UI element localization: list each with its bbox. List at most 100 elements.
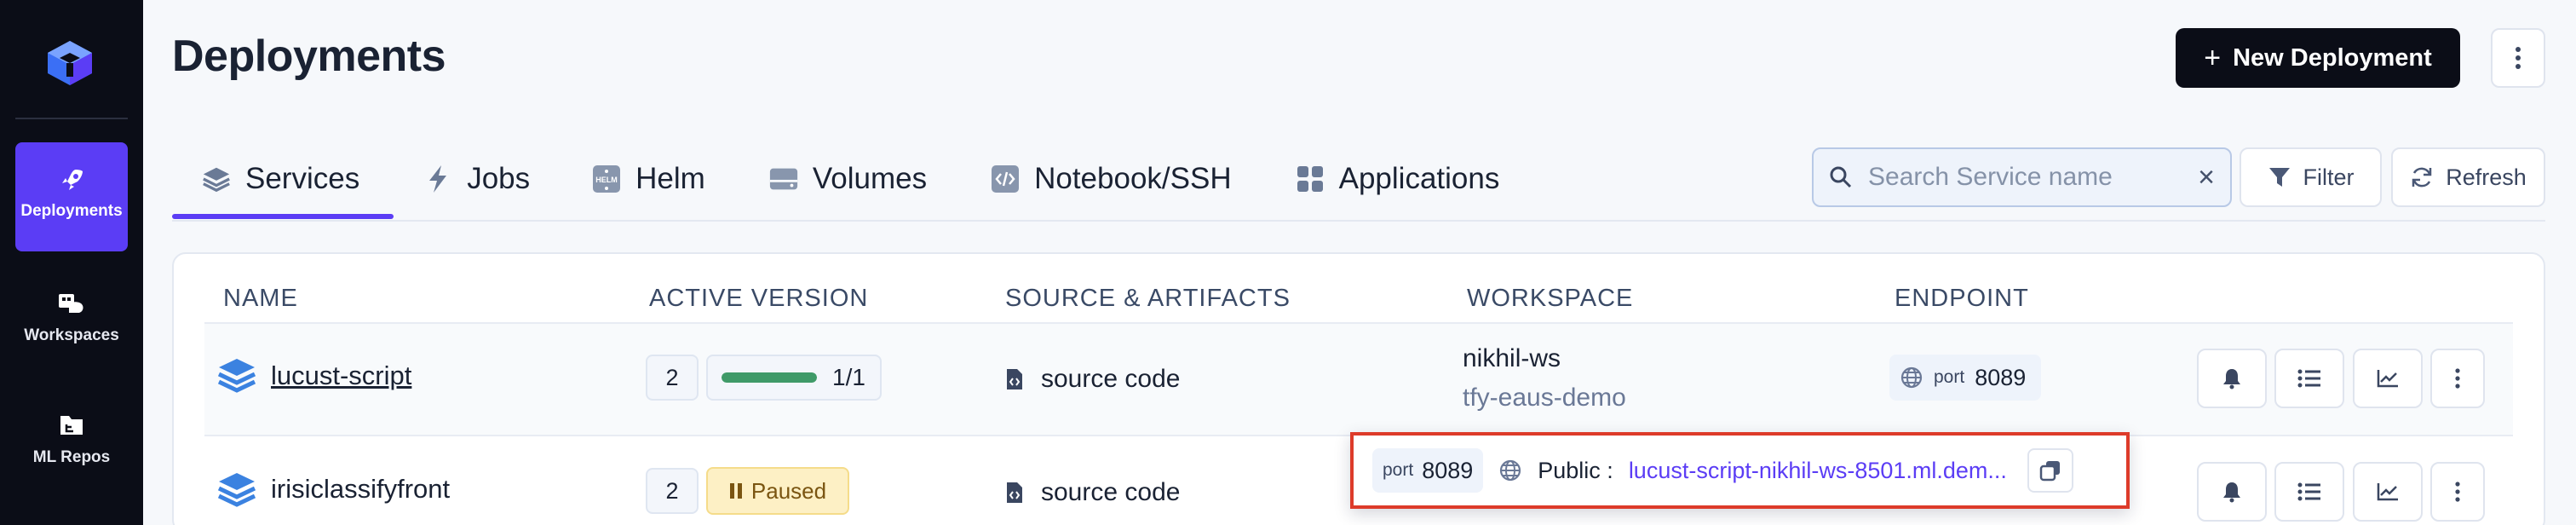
column-header-workspace: WORKSPACE (1467, 285, 1634, 312)
port-label: port (1934, 367, 1965, 387)
sidebar-item-label: Deployments (20, 202, 123, 220)
status-label: Paused (750, 477, 827, 504)
more-options-button[interactable] (2491, 28, 2545, 88)
code-icon (990, 164, 1021, 194)
helm-icon: HELM (591, 164, 622, 194)
bell-icon (2223, 369, 2240, 389)
search-input[interactable]: Search Service name × (1812, 147, 2232, 207)
tab-applications[interactable]: Applications (1261, 145, 1529, 213)
tab-label: Notebook/SSH (1034, 162, 1232, 195)
workspace-name[interactable]: nikhil-ws (1463, 344, 1561, 373)
tab-label: Services (245, 162, 360, 195)
kebab-icon (2455, 482, 2460, 502)
refresh-icon (2412, 167, 2432, 188)
status-badge[interactable]: Paused (706, 467, 849, 515)
port-number: 8089 (1975, 364, 2027, 390)
tab-services[interactable]: Services (172, 145, 388, 213)
new-deployment-button[interactable]: + New Deployment (2176, 28, 2460, 88)
bell-icon (2223, 482, 2240, 503)
active-tab-indicator (172, 214, 394, 219)
volume-icon (768, 164, 799, 194)
sidebar: Deployments Workspaces ML Repos (0, 0, 143, 525)
globe-icon (1500, 459, 1521, 482)
copy-icon (2039, 461, 2060, 482)
sidebar-item-workspaces[interactable]: Workspaces (15, 267, 128, 376)
lightning-icon (423, 164, 453, 194)
cluster-name[interactable]: tfy-eaus-demo (1463, 384, 1626, 412)
port-label: port (1383, 460, 1414, 480)
tab-jobs[interactable]: Jobs (388, 145, 559, 213)
replica-progress-bar (722, 372, 817, 383)
column-header-source: SOURCE & ARTIFACTS (1005, 285, 1291, 312)
tab-label: Volumes (812, 162, 928, 195)
kebab-icon (2516, 47, 2521, 69)
replica-progress-fill (722, 372, 817, 383)
filter-button[interactable]: Filter (2240, 147, 2382, 207)
chart-line-icon (2377, 483, 2398, 501)
sidebar-item-label: ML Repos (32, 448, 111, 466)
plus-icon: + (2204, 41, 2222, 74)
truefoundry-logo-icon[interactable] (44, 39, 95, 87)
search-icon (1830, 166, 1852, 188)
page-title: Deployments (172, 32, 446, 81)
service-name-link[interactable]: irisiclassifyfront (271, 474, 450, 505)
row-more-button[interactable] (2430, 349, 2485, 408)
alerts-button[interactable] (2197, 349, 2267, 408)
tab-helm[interactable]: HELM Helm (559, 145, 734, 213)
replica-status[interactable]: 1/1 (706, 355, 882, 401)
port-number: 8089 (1422, 457, 1474, 483)
logs-button[interactable] (2274, 462, 2344, 522)
tab-label: Jobs (467, 162, 531, 195)
source-code-link[interactable]: source code (1005, 478, 1180, 507)
filter-label: Filter (2303, 164, 2355, 190)
sidebar-divider (15, 118, 128, 119)
refresh-button[interactable]: Refresh (2391, 147, 2545, 207)
filter-icon (2268, 168, 2290, 187)
grid-icon (1295, 164, 1325, 194)
version-badge[interactable]: 2 (646, 355, 699, 401)
table-row-highlight (204, 324, 2513, 435)
metrics-button[interactable] (2353, 462, 2423, 522)
source-code-link[interactable]: source code (1005, 365, 1180, 394)
logs-button[interactable] (2274, 349, 2344, 408)
endpoint-port-chip[interactable]: port 8089 (1889, 355, 2041, 401)
version-badge[interactable]: 2 (646, 468, 699, 514)
service-layers-icon (217, 473, 256, 507)
search-placeholder: Search Service name (1868, 163, 2113, 191)
service-layers-icon (217, 359, 256, 393)
column-header-endpoint: ENDPOINT (1895, 285, 2029, 312)
file-code-icon (1007, 369, 1022, 389)
layers-icon (201, 164, 232, 194)
pause-icon (729, 483, 742, 499)
service-name-link[interactable]: lucust-script (271, 361, 411, 391)
row-divider (204, 322, 2513, 324)
replica-count: 1/1 (832, 364, 865, 390)
column-header-active-version: ACTIVE VERSION (649, 285, 869, 312)
alerts-button[interactable] (2197, 462, 2267, 522)
sidebar-item-deployments[interactable]: Deployments (15, 142, 128, 251)
column-header-name: NAME (223, 285, 298, 312)
list-icon (2297, 482, 2320, 501)
metrics-button[interactable] (2353, 349, 2423, 408)
tab-notebook-ssh[interactable]: Notebook/SSH (956, 145, 1261, 213)
row-more-button[interactable] (2430, 462, 2485, 522)
refresh-label: Refresh (2446, 164, 2527, 190)
folder-icon (60, 416, 83, 435)
endpoint-url-link[interactable]: lucust-script-nikhil-ws-8501.ml.dem... (1629, 458, 2007, 484)
tab-volumes[interactable]: Volumes (734, 145, 956, 213)
visibility-label: Public : (1538, 457, 1613, 483)
workspaces-icon (59, 294, 83, 313)
endpoint-tooltip: port 8089 Public : lucust-script-nikhil-… (1350, 432, 2130, 509)
source-label: source code (1041, 365, 1181, 393)
new-deployment-label: New Deployment (2233, 43, 2432, 72)
clear-search-icon[interactable]: × (2198, 161, 2215, 194)
svg-text:HELM: HELM (595, 176, 618, 184)
globe-icon (1900, 366, 1923, 389)
file-code-icon (1007, 482, 1022, 503)
copy-url-button[interactable] (2027, 448, 2073, 493)
popup-port-chip: port 8089 (1372, 448, 1484, 493)
kebab-icon (2455, 368, 2460, 389)
sidebar-item-ml-repos[interactable]: ML Repos (15, 389, 128, 498)
tab-label: Applications (1338, 162, 1500, 195)
tab-divider (172, 220, 2545, 222)
